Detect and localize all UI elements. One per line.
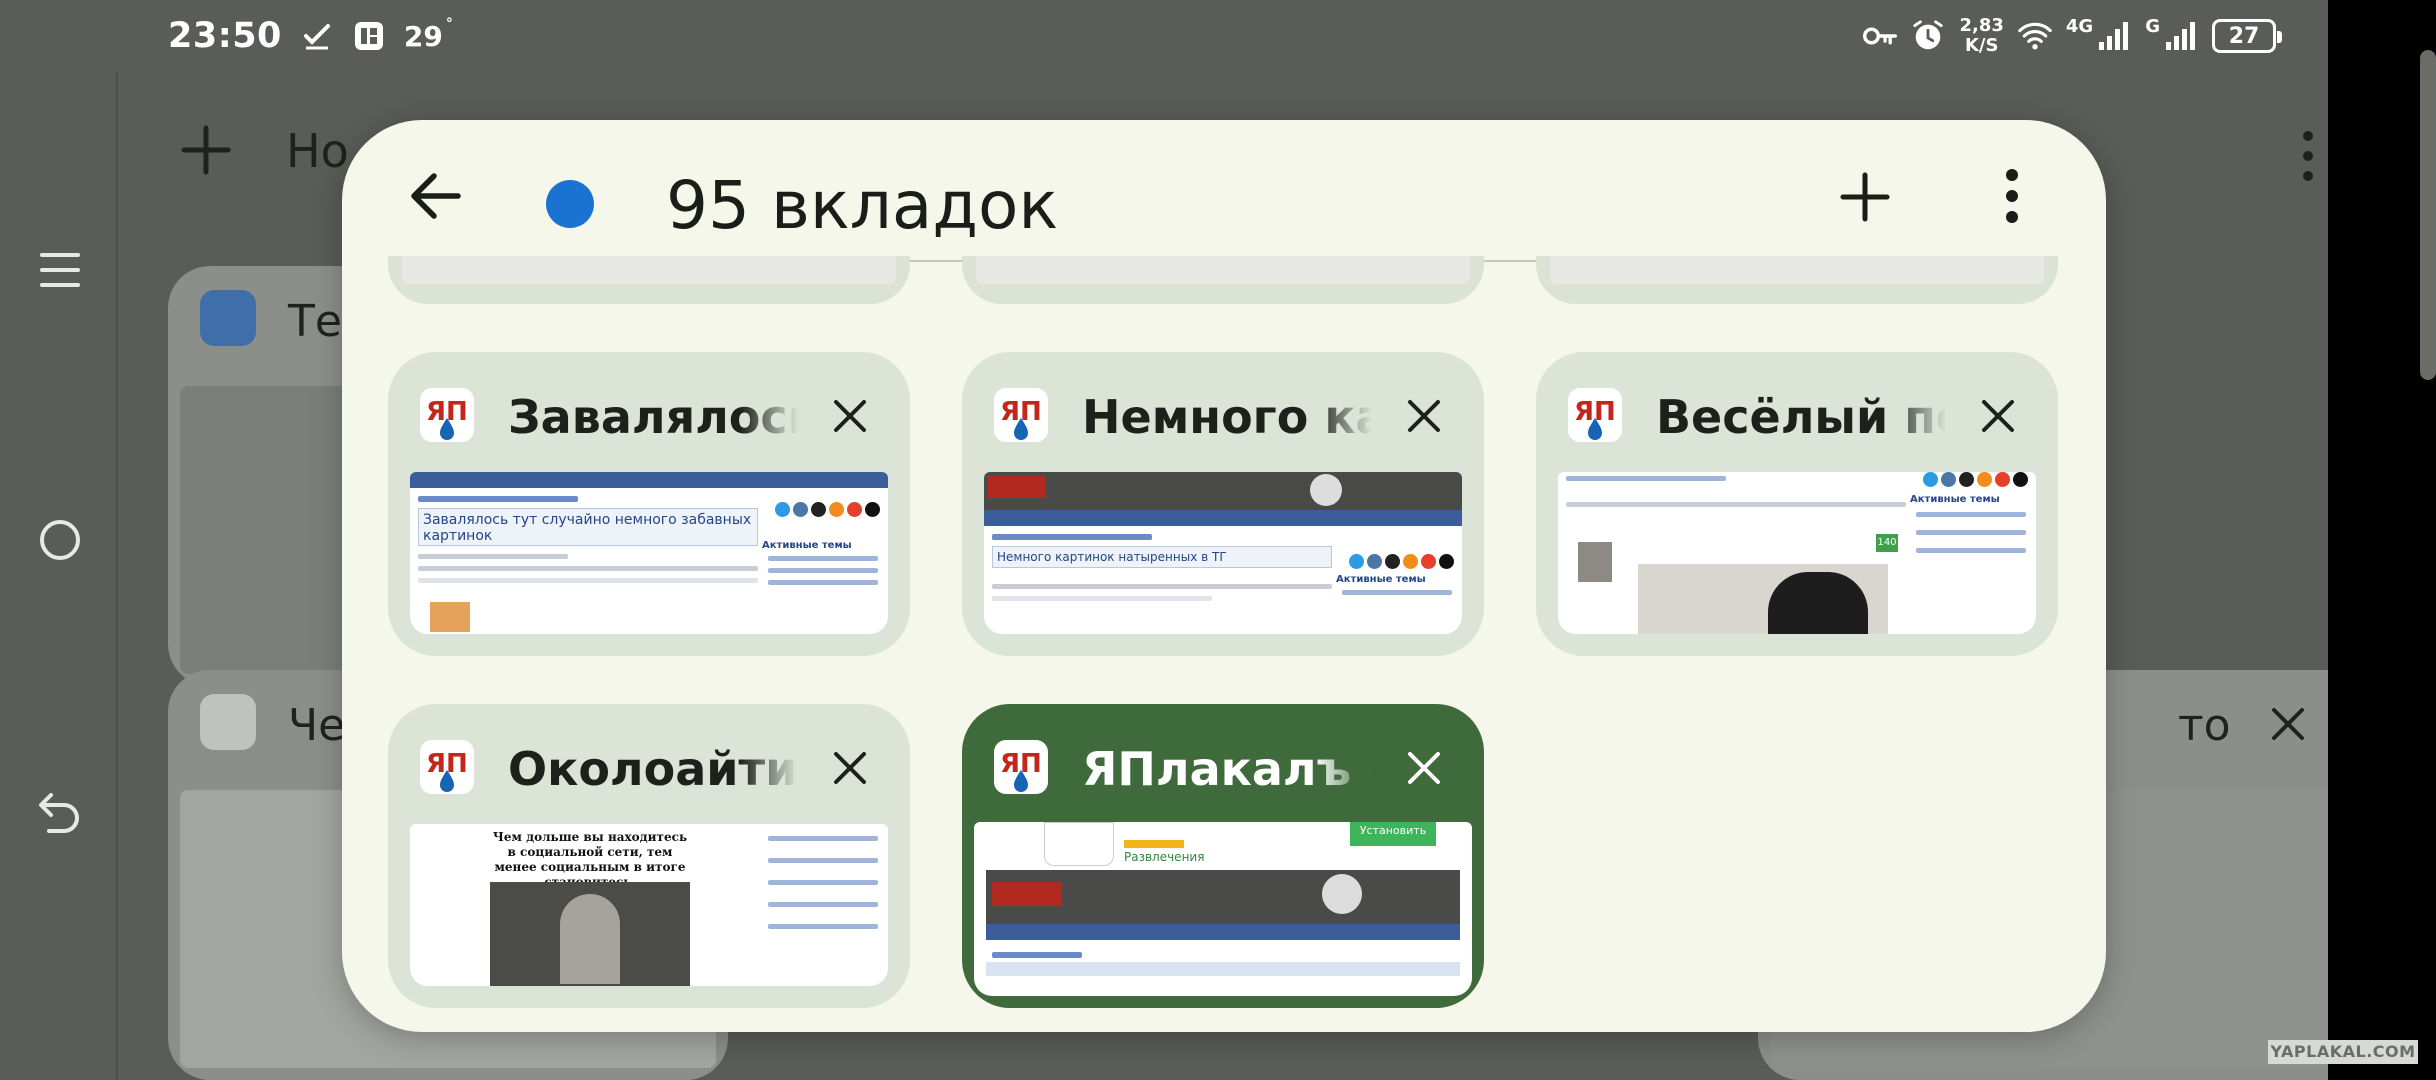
news-app-icon <box>352 19 386 53</box>
close-tab-button[interactable] <box>1402 746 1446 790</box>
weather-temp: 29 ° <box>403 15 453 53</box>
status-bar: 23:50 29 ° 2,83 K/S 4G G 27 <box>0 0 2328 72</box>
network-type-2: G <box>2145 15 2160 37</box>
tab-card[interactable]: ЯП Околоайтишное Чем дольше вы находитес… <box>388 704 910 1008</box>
tab-title: Немного картинок натыренных в ТГ <box>1082 390 1372 444</box>
tab-title: Околоайтишное <box>508 742 798 796</box>
tab-card[interactable]: ЯП Завалялось тут случайно немного забав… <box>388 352 910 656</box>
tab-thumbnail: Развлечения Установить <box>974 822 1472 996</box>
more-options-button[interactable] <box>1992 164 2032 228</box>
tab-thumbnail: Завалялось тут случайно немного забавных… <box>410 472 888 634</box>
background-card-title: Те <box>288 296 342 347</box>
wifi-icon <box>2018 19 2052 53</box>
background-card-title: Че <box>288 700 346 751</box>
tab-thumbnail: Немного картинок натыренных в ТГ Активны… <box>984 472 1462 634</box>
more-vert-icon <box>2006 169 2018 223</box>
close-icon <box>1408 752 1440 784</box>
plus-icon <box>181 125 231 175</box>
partial-tab-row <box>342 256 2106 304</box>
yaplakal-favicon-icon: ЯП <box>994 388 1048 442</box>
favicon-icon <box>200 290 256 346</box>
new-tab-button[interactable] <box>1836 168 1894 226</box>
signal-icon <box>2097 19 2131 53</box>
group-color-dot[interactable] <box>546 180 594 228</box>
watermark: YAPLAKAL.COM <box>2268 1040 2418 1064</box>
network-type: 4G <box>2065 15 2094 37</box>
more-vert-icon <box>2303 131 2313 181</box>
close-tab-button[interactable] <box>1402 394 1446 438</box>
tab-card[interactable]: ЯП Весёлый понтишок 140 Активные темы <box>1536 352 2058 656</box>
favicon-icon <box>200 694 256 750</box>
tab-card[interactable] <box>962 256 1484 304</box>
tab-card[interactable] <box>388 256 910 304</box>
close-icon <box>1408 400 1440 432</box>
dialog-header: 95 вкладок <box>342 120 2106 272</box>
key-icon <box>1863 19 1898 53</box>
yaplakal-favicon-icon: ЯП <box>994 740 1048 794</box>
alarm-icon <box>1911 19 1945 53</box>
check-icon <box>300 19 334 53</box>
tab-thumbnail: Чем дольше вы находитесь в социальной се… <box>410 824 888 986</box>
tab-card[interactable] <box>1536 256 2058 304</box>
tab-card[interactable]: ЯП Немного картинок натыренных в ТГ Немн… <box>962 352 1484 656</box>
back-button[interactable] <box>404 164 468 228</box>
net-speed: 2,83 K/S <box>1959 15 2004 56</box>
yaplakal-favicon-icon: ЯП <box>1568 388 1622 442</box>
close-tab-button[interactable] <box>828 746 872 790</box>
tab-thumbnail: 140 Активные темы <box>1558 472 2036 634</box>
background-title: Но <box>286 124 349 178</box>
tab-group-dialog: 95 вкладок ЯП Завалялось тут случайно не… <box>342 120 2106 1032</box>
navigation-bar <box>0 72 118 1080</box>
close-tab-button[interactable] <box>828 394 872 438</box>
close-tab-button[interactable] <box>1976 394 2020 438</box>
edge-handle[interactable] <box>2420 50 2436 380</box>
background-card-title: то <box>2178 700 2231 751</box>
tab-card-selected[interactable]: ЯП ЯПлакалъ – Развлечения Развлечения Ус… <box>962 704 1484 1008</box>
close-icon <box>834 752 866 784</box>
back-icon[interactable] <box>30 780 90 840</box>
close-icon <box>2272 708 2304 740</box>
status-time: 23:50 <box>168 16 282 56</box>
close-icon <box>1982 400 2014 432</box>
arrow-back-icon <box>411 173 461 219</box>
group-title-input[interactable]: 95 вкладок <box>666 150 1766 262</box>
tab-title: Завалялось тут случайно немного забавных… <box>508 390 798 444</box>
close-icon <box>834 400 866 432</box>
menu-icon[interactable] <box>30 240 90 300</box>
plus-icon <box>1840 172 1890 222</box>
yaplakal-favicon-icon: ЯП <box>420 740 474 794</box>
tab-title: Весёлый понтишок <box>1656 390 1946 444</box>
home-circle-icon[interactable] <box>30 510 90 570</box>
tab-title: ЯПлакалъ – Развлечения <box>1082 742 1372 796</box>
signal-2-icon <box>2164 19 2198 53</box>
battery-icon: 27 <box>2212 19 2282 53</box>
yaplakal-favicon-icon: ЯП <box>420 388 474 442</box>
